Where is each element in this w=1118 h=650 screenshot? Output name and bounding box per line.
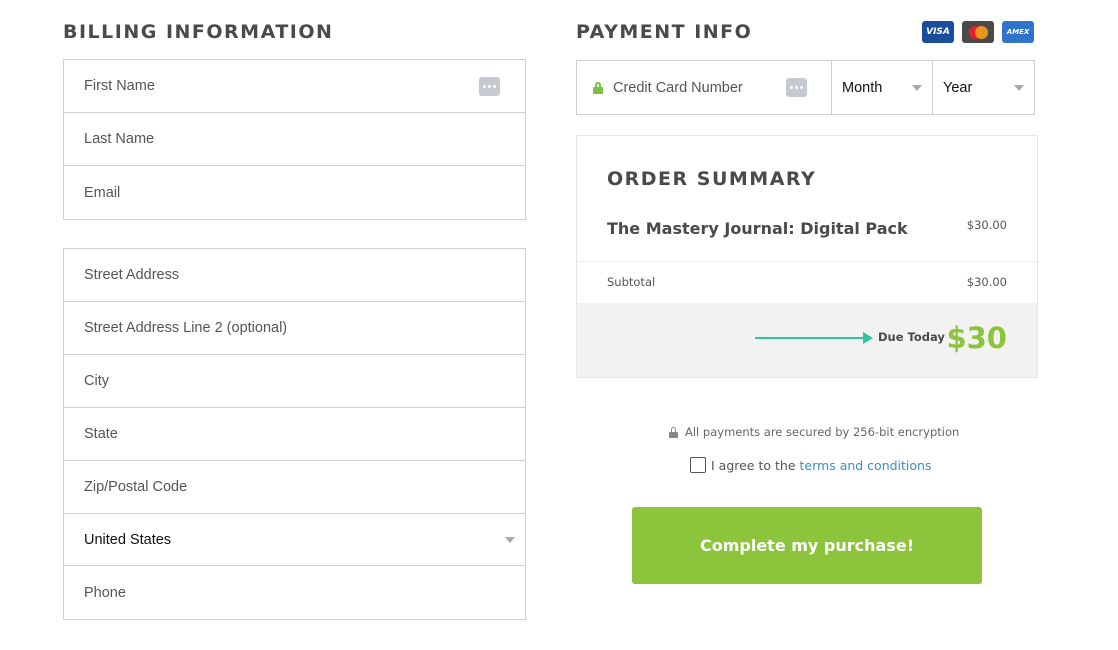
product-name: The Mastery Journal: Digital Pack: [607, 219, 908, 238]
summary-divider: [577, 261, 1037, 262]
lock-icon: [669, 426, 678, 438]
amex-logo: AMEX: [1002, 21, 1034, 43]
phone-input[interactable]: [84, 584, 525, 601]
chevron-down-icon: [505, 537, 515, 543]
credit-card-field[interactable]: [576, 60, 832, 115]
complete-purchase-button[interactable]: Complete my purchase!: [632, 507, 982, 584]
country-selected-value: United States: [84, 531, 172, 548]
country-select[interactable]: United States: [64, 514, 525, 566]
street-address-field[interactable]: [64, 249, 525, 302]
state-field[interactable]: [64, 408, 525, 461]
security-note-text: All payments are secured by 256-bit encr…: [685, 425, 960, 439]
payment-row: Month Year: [576, 60, 1035, 115]
email-input[interactable]: [84, 184, 525, 201]
arrow-right-icon: [755, 332, 873, 344]
month-select[interactable]: Month: [831, 60, 933, 115]
terms-prefix: I agree to the: [711, 457, 796, 473]
autofill-icon[interactable]: [786, 78, 807, 97]
city-input[interactable]: [84, 373, 525, 389]
payment-heading: PAYMENT INFO: [576, 21, 753, 43]
due-today-amount: $30: [946, 321, 1007, 355]
due-today-band: Due Today $30: [577, 303, 1037, 377]
card-logos: VISA AMEX: [922, 21, 1034, 43]
order-summary-title: ORDER SUMMARY: [607, 168, 817, 190]
billing-heading: BILLING INFORMATION: [63, 21, 334, 43]
last-name-input[interactable]: [84, 131, 525, 147]
subtotal-value: $30.00: [966, 275, 1007, 289]
month-selected-value: Month: [842, 79, 883, 96]
zip-field[interactable]: [64, 461, 525, 514]
terms-link[interactable]: terms and conditions: [800, 458, 932, 473]
street-address-2-input[interactable]: [84, 320, 525, 336]
email-field[interactable]: [64, 166, 525, 219]
street-address-2-field[interactable]: [64, 302, 525, 355]
order-summary: ORDER SUMMARY The Mastery Journal: Digit…: [576, 135, 1038, 378]
address-fields-group: United States: [63, 248, 526, 620]
zip-input[interactable]: [84, 479, 525, 495]
subtotal-label: Subtotal: [607, 275, 656, 289]
lock-icon: [593, 81, 603, 94]
year-selected-value: Year: [943, 79, 973, 96]
personal-fields-group: [63, 59, 526, 220]
first-name-input[interactable]: [84, 78, 525, 94]
terms-agreement: I agree to the terms and conditions: [690, 457, 932, 473]
street-address-input[interactable]: [84, 267, 525, 283]
chevron-down-icon: [1014, 85, 1024, 91]
chevron-down-icon: [912, 85, 922, 91]
phone-field[interactable]: [64, 566, 525, 619]
visa-logo: VISA: [922, 21, 954, 43]
security-note: All payments are secured by 256-bit encr…: [669, 425, 959, 439]
terms-checkbox[interactable]: [690, 457, 706, 473]
autofill-icon[interactable]: [479, 77, 500, 96]
city-field[interactable]: [64, 355, 525, 408]
year-select[interactable]: Year: [932, 60, 1035, 115]
first-name-field[interactable]: [64, 60, 525, 113]
credit-card-input[interactable]: [613, 79, 783, 96]
mastercard-logo: [962, 21, 994, 43]
due-today-label: Due Today: [878, 330, 945, 344]
last-name-field[interactable]: [64, 113, 525, 166]
product-price: $30.00: [966, 218, 1007, 232]
state-input[interactable]: [84, 426, 525, 442]
